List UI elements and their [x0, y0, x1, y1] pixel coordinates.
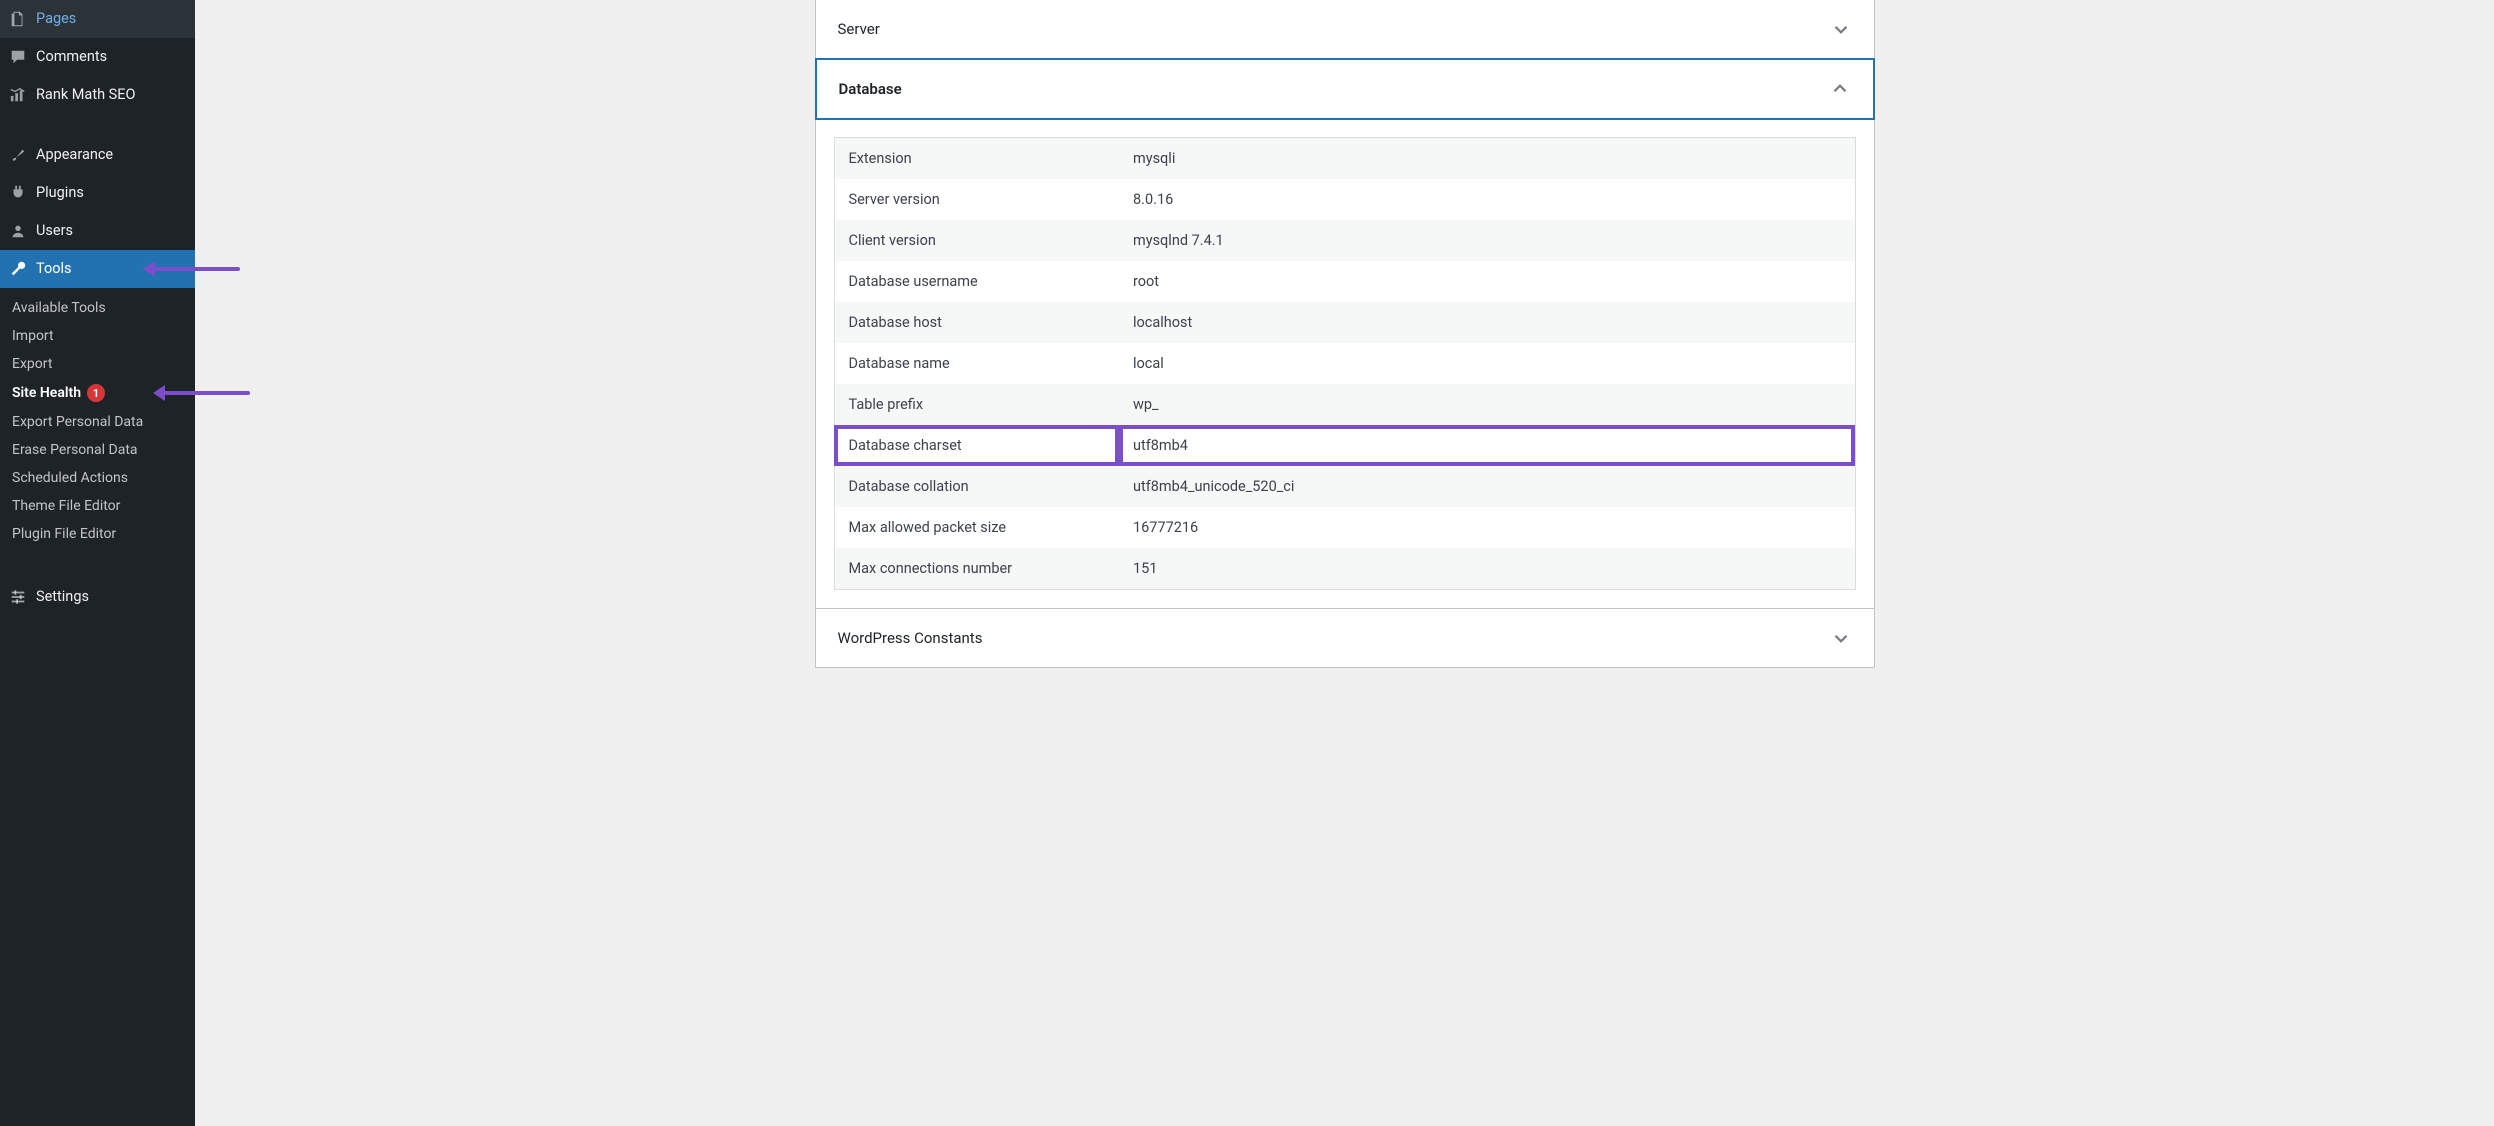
submenu-label: Export [12, 356, 52, 372]
panel-wrap: Server Database [815, 0, 1875, 668]
tools-submenu: Available Tools Import Export Site Healt… [0, 288, 195, 556]
submenu-item-plugin-file-editor[interactable]: Plugin File Editor [0, 520, 195, 548]
info-label: Database username [834, 261, 1119, 302]
submenu-label: Export Personal Data [12, 414, 143, 430]
panel-constants-header[interactable]: WordPress Constants [816, 609, 1874, 667]
info-value: root [1119, 261, 1855, 302]
info-value: utf8mb4 [1119, 425, 1855, 466]
info-label: Server version [834, 179, 1119, 220]
info-label: Client version [834, 220, 1119, 261]
info-value: mysqli [1119, 138, 1855, 180]
comment-icon [8, 47, 28, 67]
menu-label: Settings [36, 588, 89, 607]
info-label: Database name [834, 343, 1119, 384]
admin-sidebar: Pages Comments Rank Math SEO Appearance [0, 0, 195, 1126]
chevron-down-icon [1830, 627, 1852, 649]
panel-database-body: Extension mysqli Server version 8.0.16 C… [816, 119, 1874, 608]
submenu-label: Import [12, 328, 54, 344]
table-row: Database host localhost [834, 302, 1855, 343]
info-value: 151 [1119, 548, 1855, 590]
panel-server-header[interactable]: Server [816, 0, 1874, 58]
submenu-item-export-personal-data[interactable]: Export Personal Data [0, 408, 195, 436]
chevron-down-icon [1830, 18, 1852, 40]
submenu-label: Erase Personal Data [12, 442, 138, 458]
submenu-label: Site Health [12, 385, 81, 401]
sidebar-item-comments[interactable]: Comments [0, 38, 195, 76]
sidebar-item-plugins[interactable]: Plugins [0, 174, 195, 212]
info-value: 16777216 [1119, 507, 1855, 548]
submenu-item-site-health[interactable]: Site Health 1 [0, 378, 195, 408]
pages-icon [8, 9, 28, 29]
panel-constants: WordPress Constants [815, 608, 1875, 668]
content-area: Server Database [195, 0, 2494, 1126]
submenu-item-available-tools[interactable]: Available Tools [0, 294, 195, 322]
wrench-icon [8, 259, 28, 279]
sidebar-item-pages[interactable]: Pages [0, 0, 195, 38]
table-row: Max allowed packet size 16777216 [834, 507, 1855, 548]
menu-label: Users [36, 222, 73, 241]
sidebar-item-appearance[interactable]: Appearance [0, 136, 195, 174]
chevron-up-icon [1829, 78, 1851, 100]
table-row: Extension mysqli [834, 138, 1855, 180]
sliders-icon [8, 587, 28, 607]
app-root: Pages Comments Rank Math SEO Appearance [0, 0, 2494, 1126]
submenu-label: Plugin File Editor [12, 526, 116, 542]
menu-label: Rank Math SEO [36, 86, 135, 105]
sidebar-item-users[interactable]: Users [0, 212, 195, 250]
table-row: Database collation utf8mb4_unicode_520_c… [834, 466, 1855, 507]
brush-icon [8, 145, 28, 165]
panel-title: Server [838, 20, 880, 38]
info-label: Max allowed packet size [834, 507, 1119, 548]
info-label: Database charset [834, 425, 1119, 466]
chart-bars-icon [8, 85, 28, 105]
panel-database: Database Extension mysqli Serv [815, 58, 1875, 609]
menu-label: Tools [36, 260, 72, 279]
panel-database-header[interactable]: Database [815, 58, 1875, 120]
submenu-label: Theme File Editor [12, 498, 120, 514]
info-value: mysqlnd 7.4.1 [1119, 220, 1855, 261]
plug-icon [8, 183, 28, 203]
info-label: Max connections number [834, 548, 1119, 590]
info-value: localhost [1119, 302, 1855, 343]
menu-label: Appearance [36, 146, 113, 165]
notification-badge: 1 [87, 384, 105, 402]
info-value: 8.0.16 [1119, 179, 1855, 220]
table-row: Client version mysqlnd 7.4.1 [834, 220, 1855, 261]
menu-separator [0, 556, 195, 578]
submenu-item-import[interactable]: Import [0, 322, 195, 350]
submenu-label: Scheduled Actions [12, 470, 128, 486]
submenu-label: Available Tools [12, 300, 106, 316]
table-row: Max connections number 151 [834, 548, 1855, 590]
info-value: utf8mb4_unicode_520_ci [1119, 466, 1855, 507]
info-label: Table prefix [834, 384, 1119, 425]
menu-label: Plugins [36, 184, 84, 203]
panel-server: Server [815, 0, 1875, 59]
table-row: Database username root [834, 261, 1855, 302]
submenu-item-export[interactable]: Export [0, 350, 195, 378]
menu-separator [0, 114, 195, 136]
submenu-item-theme-file-editor[interactable]: Theme File Editor [0, 492, 195, 520]
sidebar-item-settings[interactable]: Settings [0, 578, 195, 616]
info-value: local [1119, 343, 1855, 384]
info-label: Extension [834, 138, 1119, 180]
submenu-item-erase-personal-data[interactable]: Erase Personal Data [0, 436, 195, 464]
menu-label: Pages [36, 10, 76, 29]
database-info-table: Extension mysqli Server version 8.0.16 C… [834, 137, 1856, 590]
info-value: wp_ [1119, 384, 1855, 425]
menu-label: Comments [36, 48, 107, 67]
panel-title: WordPress Constants [838, 629, 983, 647]
table-row-highlighted: Database charset utf8mb4 [834, 425, 1855, 466]
table-row: Database name local [834, 343, 1855, 384]
info-label: Database host [834, 302, 1119, 343]
sidebar-item-rankmath[interactable]: Rank Math SEO [0, 76, 195, 114]
sidebar-item-tools[interactable]: Tools [0, 250, 195, 288]
info-label: Database collation [834, 466, 1119, 507]
table-row: Table prefix wp_ [834, 384, 1855, 425]
user-icon [8, 221, 28, 241]
table-row: Server version 8.0.16 [834, 179, 1855, 220]
panel-title: Database [839, 80, 902, 98]
submenu-item-scheduled-actions[interactable]: Scheduled Actions [0, 464, 195, 492]
